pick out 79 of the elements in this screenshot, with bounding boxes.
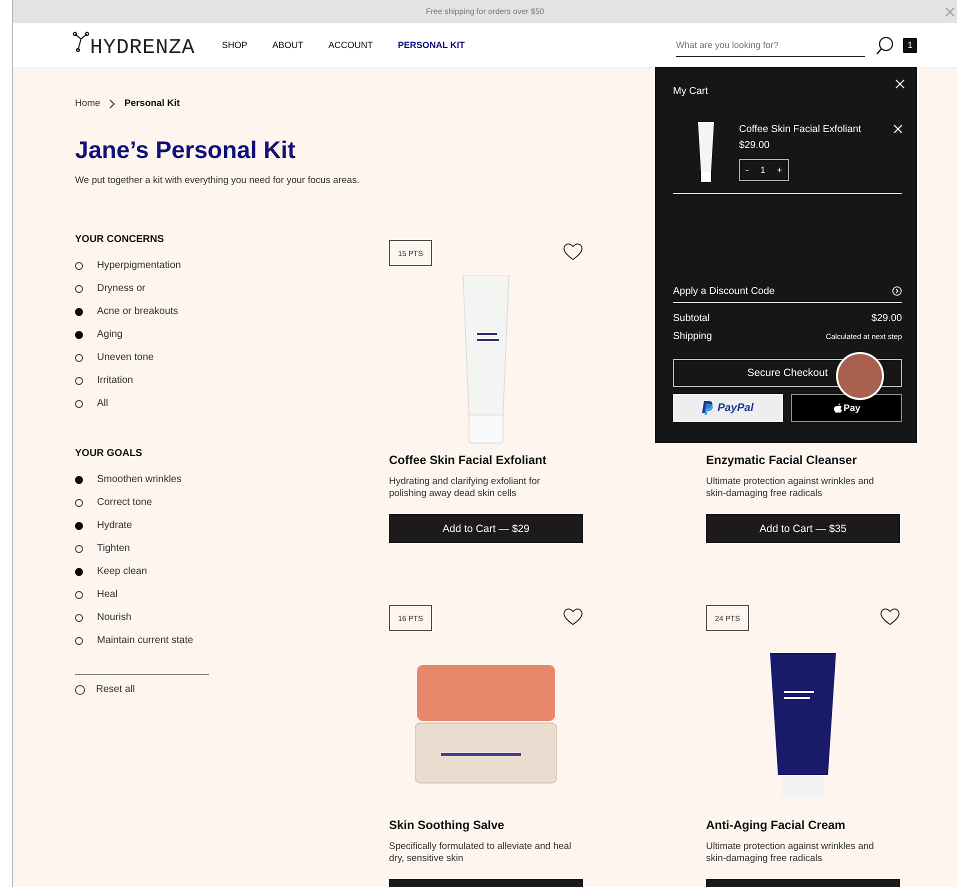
shipping-label: Shipping (673, 330, 712, 342)
radio-dot[interactable] (75, 400, 83, 408)
heart-icon[interactable] (880, 608, 900, 626)
filter-option[interactable]: Dryness or (97, 283, 146, 294)
subtotal-label: Subtotal (673, 312, 710, 324)
radio-dot[interactable] (75, 636, 83, 644)
apple-pay-button[interactable]: Pay (791, 394, 902, 422)
product-name[interactable]: Enzymatic Facial Cleanser (706, 453, 900, 467)
nav-link[interactable]: SHOP (222, 40, 248, 50)
filter-heading: YOUR GOALS (75, 448, 144, 459)
page-subtitle: We put together a kit with everything you need for your focus areas. (75, 175, 360, 186)
radio-dot[interactable] (75, 544, 83, 552)
paypal-icon (702, 401, 714, 415)
radio-dot[interactable] (75, 262, 83, 270)
radio-dot[interactable] (75, 590, 83, 598)
quantity-value: 1 (760, 165, 766, 175)
filter-option[interactable]: Irritation (97, 375, 134, 386)
cart-title: My Cart (673, 86, 708, 97)
filter-option[interactable]: Hydrate (97, 520, 132, 531)
radio-dot[interactable] (75, 498, 83, 506)
heart-icon[interactable] (563, 243, 583, 261)
radio-dot[interactable] (75, 476, 83, 484)
product-description: Ultimate protection against wrinkles and skin-damaging free radicals (706, 841, 875, 865)
cart-item-name[interactable]: Coffee Skin Facial Exfoliant (739, 124, 893, 135)
breadcrumb-link[interactable]: Home (75, 98, 100, 109)
filter-option[interactable]: Nourish (97, 612, 132, 623)
reset-radio-icon[interactable] (75, 684, 85, 694)
subtotal-value: $29.00 (871, 312, 902, 324)
discount-link[interactable]: Apply a Discount Code (673, 286, 775, 296)
tube-thumbnail-drawing (697, 122, 715, 182)
logo: HYDRENZA (90, 36, 195, 60)
chevron-right-icon (109, 98, 116, 108)
radio-dot[interactable] (75, 522, 83, 530)
search-field[interactable]: What are you looking for? (676, 34, 865, 56)
add-to-cart-button[interactable]: Add to Cart — $35 (706, 514, 900, 543)
product-description: Ultimate protection against wrinkles and skin-damaging free radicals (706, 476, 875, 500)
breadcrumb-link[interactable]: Personal Kit (124, 98, 180, 109)
filter-heading: YOUR CONCERNS (75, 234, 165, 245)
nav-link[interactable]: ACCOUNT (328, 40, 373, 50)
radio-dot[interactable] (75, 614, 83, 622)
search-icon[interactable] (876, 36, 894, 54)
product-name[interactable]: Skin Soothing Salve (389, 818, 583, 832)
promo-text: Free shipping for orders over $50 (426, 7, 544, 16)
product-name[interactable]: Anti-Aging Facial Cream (706, 818, 900, 832)
arrow-circle-icon[interactable] (892, 286, 902, 296)
filter-option[interactable]: Tighten (97, 543, 130, 554)
filter-option[interactable]: Aging (97, 329, 123, 340)
radio-dot[interactable] (75, 568, 83, 576)
nav-link[interactable]: PERSONAL KIT (398, 40, 465, 50)
radio-dot[interactable] (75, 376, 83, 384)
cart-bag-icon[interactable]: 1 (903, 38, 917, 52)
filter-option[interactable]: All (97, 398, 108, 409)
logo-mark-icon (73, 30, 89, 52)
remove-icon[interactable] (893, 124, 902, 133)
product-description: Hydrating and clarifying exfoliant for polishing away dead skin cells (389, 476, 542, 500)
radio-dot[interactable] (75, 308, 83, 316)
filter-option[interactable]: Maintain current state (97, 635, 194, 646)
reset-link[interactable]: Reset all (96, 684, 135, 695)
filter-option[interactable]: Acne or breakouts (97, 306, 178, 317)
increase-button[interactable]: + (776, 165, 782, 175)
touch-indicator (836, 352, 884, 400)
radio-dot[interactable] (75, 284, 83, 292)
paypal-button[interactable]: PayPal (673, 394, 783, 422)
filter-option[interactable]: Correct tone (97, 497, 152, 508)
filter-option[interactable]: Uneven tone (97, 352, 154, 363)
radio-dot[interactable] (75, 354, 83, 362)
product-name[interactable]: Coffee Skin Facial Exfoliant (389, 453, 583, 467)
nav-link[interactable]: ABOUT (272, 40, 304, 50)
filter-option[interactable]: Heal (97, 589, 118, 600)
heart-icon[interactable] (563, 608, 583, 626)
apple-icon (832, 403, 843, 413)
radio-dot[interactable] (75, 330, 83, 338)
filter-option[interactable]: Smoothen wrinkles (97, 474, 182, 485)
product-description: Specifically formulated to alleviate and heal dry, sensitive skin (389, 841, 572, 865)
cart-item-price: $29.00 (739, 140, 771, 151)
page-title: Jane’s Personal Kit (75, 137, 296, 165)
add-to-cart-button[interactable]: Add to Cart — $29 (389, 514, 583, 543)
filter-option[interactable]: Hyperpigmentation (97, 260, 181, 271)
filter-option[interactable]: Keep clean (97, 566, 148, 577)
